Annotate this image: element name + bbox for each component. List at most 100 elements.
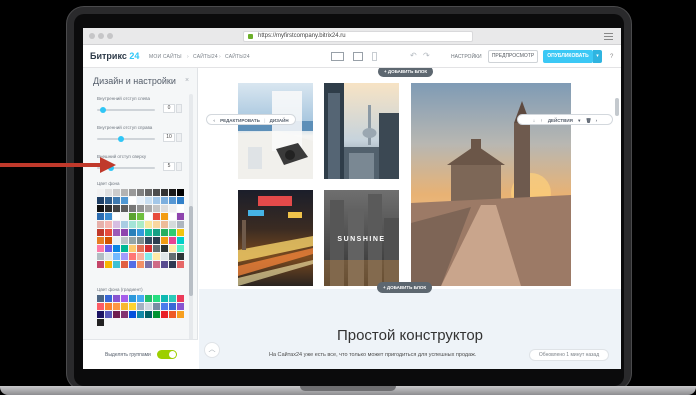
color-swatch[interactable] [113, 311, 120, 318]
color-swatch[interactable] [145, 311, 152, 318]
color-swatch[interactable] [121, 237, 128, 244]
color-swatch[interactable] [105, 205, 112, 212]
color-swatch[interactable] [145, 237, 152, 244]
canvas-scrollbar[interactable] [615, 98, 619, 116]
color-swatch[interactable] [153, 253, 160, 260]
color-swatch[interactable] [153, 261, 160, 268]
photo-towers[interactable] [324, 83, 399, 179]
color-swatch[interactable] [121, 295, 128, 302]
color-swatch[interactable] [129, 245, 136, 252]
stepper-icon[interactable] [176, 104, 182, 113]
color-swatch[interactable] [161, 229, 168, 236]
color-swatch[interactable] [121, 221, 128, 228]
color-swatch[interactable] [169, 237, 176, 244]
color-swatch[interactable] [161, 311, 168, 318]
color-swatch[interactable] [137, 295, 144, 302]
text-block[interactable]: Простой конструктор На Сайтах24 уже есть… [199, 300, 621, 369]
color-swatch[interactable] [177, 237, 184, 244]
color-swatch[interactable] [121, 261, 128, 268]
color-swatch[interactable] [177, 253, 184, 260]
arrow-left-icon[interactable]: ‹ [213, 118, 215, 123]
color-swatch[interactable] [97, 303, 104, 310]
color-swatch[interactable] [169, 197, 176, 204]
color-swatch[interactable] [97, 253, 104, 260]
browser-menu-icon[interactable] [604, 33, 613, 40]
color-swatch[interactable] [161, 295, 168, 302]
scroll-up-icon[interactable]: ︿ [204, 342, 220, 358]
color-swatch[interactable] [137, 261, 144, 268]
color-swatch[interactable] [137, 205, 144, 212]
color-swatch[interactable] [169, 189, 176, 196]
color-swatch[interactable] [113, 221, 120, 228]
color-swatch[interactable] [121, 205, 128, 212]
color-swatch[interactable] [153, 213, 160, 220]
color-swatch[interactable] [153, 237, 160, 244]
slider-knob[interactable] [99, 107, 106, 113]
color-swatch[interactable] [137, 213, 144, 220]
settings-link[interactable]: НАСТРОЙКИ [451, 54, 482, 60]
color-swatch[interactable] [129, 213, 136, 220]
color-swatch[interactable] [121, 213, 128, 220]
color-swatch[interactable] [161, 189, 168, 196]
close-icon[interactable]: × [185, 77, 189, 84]
actions-chevron-down-icon[interactable]: ▾ [578, 118, 580, 123]
color-swatch[interactable] [161, 253, 168, 260]
color-swatch[interactable] [161, 303, 168, 310]
color-swatch[interactable] [137, 189, 144, 196]
color-swatch[interactable] [137, 311, 144, 318]
number-input[interactable]: 10 [163, 133, 175, 142]
color-swatch[interactable] [121, 189, 128, 196]
color-swatch[interactable] [145, 295, 152, 302]
color-swatch[interactable] [145, 261, 152, 268]
stepper-icon[interactable] [176, 162, 182, 171]
color-swatch[interactable] [177, 295, 184, 302]
color-swatch[interactable] [129, 237, 136, 244]
color-swatch[interactable] [105, 261, 112, 268]
slider-track[interactable] [97, 107, 155, 113]
color-swatch[interactable] [129, 311, 136, 318]
color-swatch[interactable] [161, 197, 168, 204]
color-swatch[interactable] [113, 205, 120, 212]
color-swatch[interactable] [129, 221, 136, 228]
color-swatch[interactable] [177, 303, 184, 310]
color-swatch[interactable] [113, 303, 120, 310]
color-swatch[interactable] [153, 197, 160, 204]
color-swatch[interactable] [177, 213, 184, 220]
color-swatch[interactable] [121, 197, 128, 204]
color-swatch[interactable] [153, 245, 160, 252]
color-swatch[interactable] [169, 213, 176, 220]
color-swatch[interactable] [161, 205, 168, 212]
edit-button[interactable]: РЕДАКТИРОВАТЬ [220, 118, 260, 123]
color-swatch[interactable] [113, 229, 120, 236]
color-swatch[interactable] [97, 261, 104, 268]
color-swatch[interactable] [97, 295, 104, 302]
color-swatch[interactable] [145, 245, 152, 252]
color-swatch[interactable] [129, 229, 136, 236]
color-swatch[interactable] [137, 197, 144, 204]
add-block-button-top[interactable]: + ДОБАВИТЬ БЛОК [378, 68, 434, 77]
color-swatch[interactable] [137, 237, 144, 244]
number-input[interactable]: 0 [163, 104, 175, 113]
color-swatch[interactable] [177, 311, 184, 318]
color-swatch[interactable] [169, 221, 176, 228]
color-swatch[interactable] [153, 303, 160, 310]
color-swatch[interactable] [145, 189, 152, 196]
color-swatch[interactable] [129, 205, 136, 212]
color-swatch[interactable] [153, 311, 160, 318]
color-swatch[interactable] [113, 197, 120, 204]
color-swatch[interactable] [137, 245, 144, 252]
photo-sunshine[interactable]: SUNSHINE [324, 190, 399, 286]
color-swatch[interactable] [129, 197, 136, 204]
color-swatch[interactable] [169, 311, 176, 318]
window-close-dot[interactable] [89, 33, 95, 39]
color-swatch[interactable] [129, 303, 136, 310]
color-swatch[interactable] [145, 197, 152, 204]
color-swatch[interactable] [105, 213, 112, 220]
redo-icon[interactable]: ↷ [423, 52, 430, 60]
window-maximize-dot[interactable] [107, 33, 113, 39]
color-swatch[interactable] [105, 295, 112, 302]
color-swatch[interactable] [105, 311, 112, 318]
color-swatch[interactable] [145, 303, 152, 310]
color-swatch[interactable] [145, 229, 152, 236]
nav-sites24-2[interactable]: САЙТЫ24 [225, 54, 250, 60]
